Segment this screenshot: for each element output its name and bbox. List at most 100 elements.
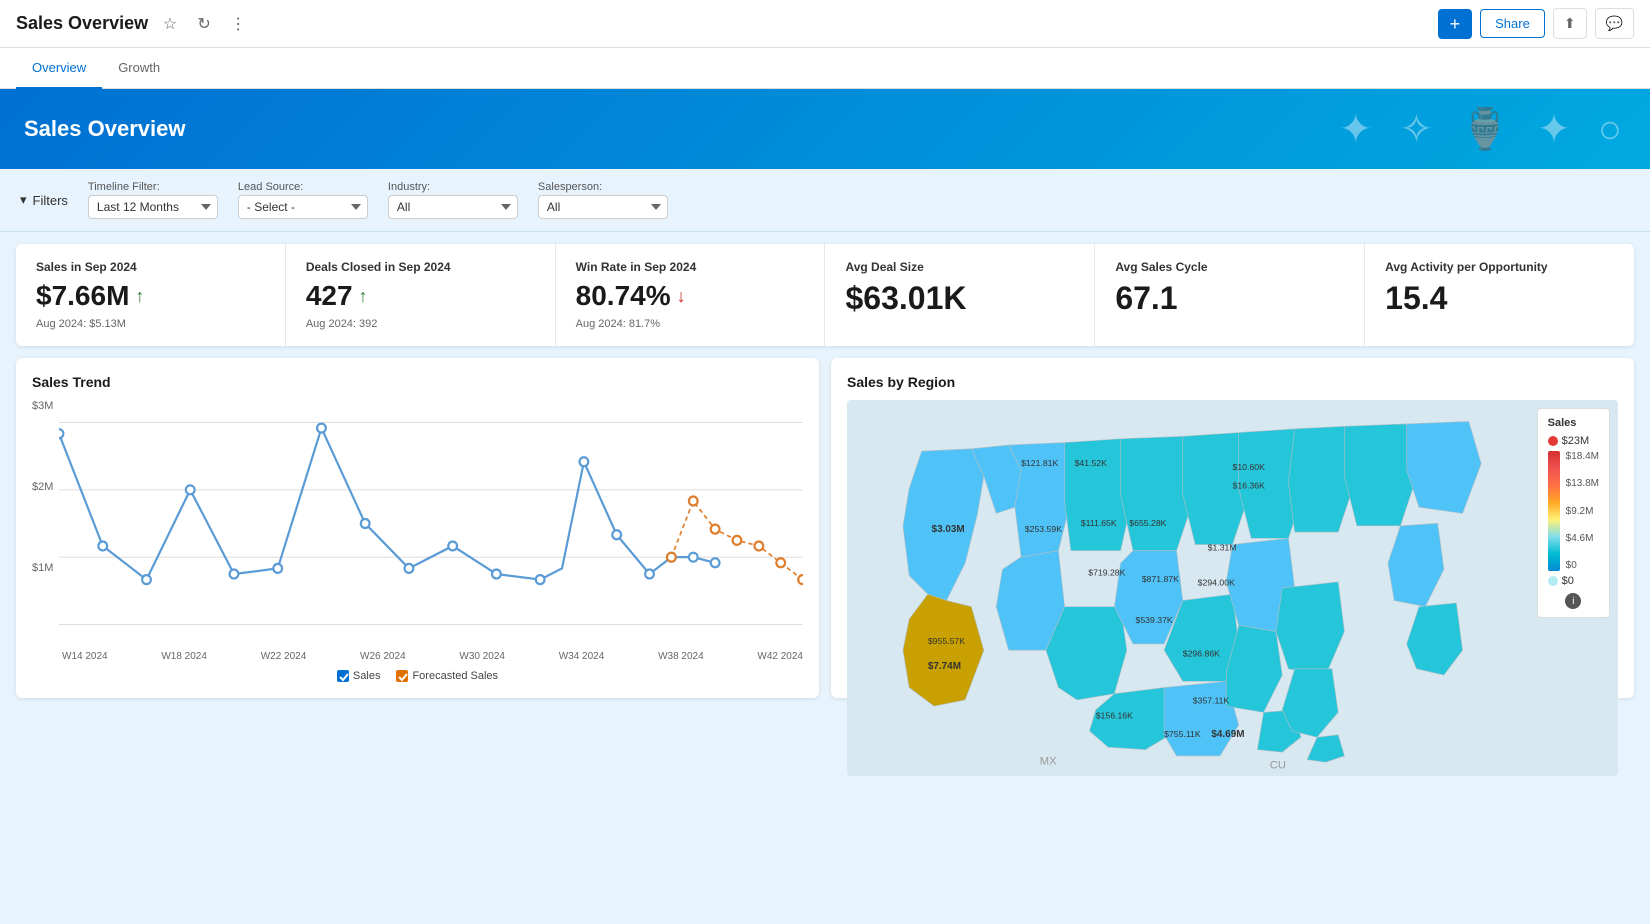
us-map-svg: $3.03M $121.81K $41.52K $253.59K $111.65… bbox=[847, 400, 1618, 776]
sales-dot bbox=[492, 570, 501, 579]
region-label: $10.60K bbox=[1233, 462, 1266, 472]
kpi-activity-label: Avg Activity per Opportunity bbox=[1385, 260, 1614, 274]
map-legend-labels: $18.4M $13.8M $9.2M $4.6M $0 bbox=[1566, 451, 1599, 571]
industry-filter-select[interactable]: All Technology Finance Healthcare Retail bbox=[388, 195, 518, 219]
sales-dot bbox=[317, 424, 326, 433]
map-legend-max: $23M bbox=[1548, 435, 1599, 447]
banner-decorations: ✦ ✧ 🏺 ✦ ○ bbox=[1339, 106, 1630, 153]
legend-forecast-checkbox bbox=[396, 670, 408, 682]
region-label-mx: MX bbox=[1040, 756, 1057, 768]
refresh-icon[interactable]: ↻ bbox=[190, 10, 218, 38]
region-label: $755.11K bbox=[1164, 729, 1201, 739]
region-label: $156.16K bbox=[1096, 711, 1133, 721]
region-label-cu: CU bbox=[1270, 759, 1286, 771]
salesperson-filter-select[interactable]: All John Smith Jane Doe Bob Johnson bbox=[538, 195, 668, 219]
top-bar-right: + Share ⬆ 💬 bbox=[1438, 8, 1634, 39]
tab-growth[interactable]: Growth bbox=[102, 48, 176, 89]
map-legend-min-label: $0 bbox=[1562, 575, 1574, 587]
salesperson-filter-group: Salesperson: All John Smith Jane Doe Bob… bbox=[538, 181, 668, 219]
kpi-winrate: Win Rate in Sep 2024 80.74% ↓ Aug 2024: … bbox=[556, 244, 826, 346]
region-label: $111.65K bbox=[1081, 518, 1117, 528]
top-bar-left: Sales Overview ☆ ↻ ⋮ bbox=[16, 10, 252, 38]
legend-forecast: Forecasted Sales bbox=[396, 670, 498, 682]
kpi-winrate-prev: Aug 2024: 81.7% bbox=[576, 318, 805, 330]
state-ne-ma bbox=[1407, 421, 1482, 513]
kpi-winrate-label: Win Rate in Sep 2024 bbox=[576, 260, 805, 274]
favorite-icon[interactable]: ☆ bbox=[156, 10, 184, 38]
legend-label-0: $0 bbox=[1566, 560, 1599, 571]
timeline-filter-group: Timeline Filter: Last 12 Months Last 6 M… bbox=[88, 181, 218, 219]
state-ky-wv bbox=[1276, 582, 1344, 675]
region-label: $539.37K bbox=[1136, 615, 1173, 625]
x-label-w30: W30 2024 bbox=[459, 651, 505, 662]
sales-dot bbox=[99, 541, 108, 550]
chevron-down-icon: ▾ bbox=[20, 192, 27, 208]
sales-trend-title: Sales Trend bbox=[32, 374, 803, 390]
more-options-icon[interactable]: ⋮ bbox=[224, 10, 252, 38]
kpi-row: Sales in Sep 2024 $7.66M ↑ Aug 2024: $5.… bbox=[16, 244, 1634, 346]
forecast-dot bbox=[733, 536, 742, 545]
filters-label: Filters bbox=[33, 193, 68, 208]
region-label: $3.03M bbox=[932, 524, 965, 535]
state-al-ga bbox=[1282, 669, 1338, 737]
main-content: Sales Overview ✦ ✧ 🏺 ✦ ○ ▾ Filters Timel… bbox=[0, 89, 1650, 924]
sales-dot bbox=[143, 575, 152, 584]
y-label-2m: $2M bbox=[32, 481, 53, 493]
region-label: $719.28K bbox=[1088, 568, 1125, 578]
legend-sales-label: Sales bbox=[353, 670, 381, 682]
industry-filter-label: Industry: bbox=[388, 181, 518, 193]
kpi-deals-trend-icon: ↑ bbox=[359, 286, 368, 307]
y-label-1m: $1M bbox=[32, 562, 53, 574]
region-label: $16.36K bbox=[1233, 481, 1266, 491]
state-sc bbox=[1407, 603, 1463, 675]
x-label-w38: W38 2024 bbox=[658, 651, 704, 662]
map-legend: Sales $23M $18.4M $13.8M $9.2M $4.6M $0 bbox=[1537, 408, 1610, 618]
filters-toggle[interactable]: ▾ Filters bbox=[20, 192, 68, 208]
kpi-winrate-value: 80.74% ↓ bbox=[576, 280, 805, 312]
kpi-activity-value: 15.4 bbox=[1385, 280, 1614, 317]
lead-source-filter-select[interactable]: - Select - Web Phone Email Referral bbox=[238, 195, 368, 219]
kpi-sales-value: $7.66M ↑ bbox=[36, 280, 265, 312]
state-va-nc bbox=[1388, 523, 1444, 606]
us-map-container: $3.03M $121.81K $41.52K $253.59K $111.65… bbox=[847, 400, 1618, 776]
kpi-activity: Avg Activity per Opportunity 15.4 bbox=[1365, 244, 1634, 346]
forecast-dot bbox=[667, 553, 676, 562]
x-label-w22: W22 2024 bbox=[261, 651, 307, 662]
info-icon[interactable]: i bbox=[1565, 593, 1581, 609]
kpi-winrate-trend-icon: ↓ bbox=[677, 286, 686, 307]
chat-button[interactable]: 💬 bbox=[1595, 8, 1634, 39]
legend-forecast-label: Forecasted Sales bbox=[412, 670, 498, 682]
kpi-sales-label: Sales in Sep 2024 bbox=[36, 260, 265, 274]
sales-region-title: Sales by Region bbox=[847, 374, 1618, 390]
share-button[interactable]: Share bbox=[1480, 9, 1545, 38]
kpi-sales-trend-icon: ↑ bbox=[135, 286, 144, 307]
tabs-bar: Overview Growth bbox=[0, 48, 1650, 89]
legend-label-92m: $9.2M bbox=[1566, 506, 1599, 517]
legend-max-dot bbox=[1548, 436, 1558, 446]
region-label: $41.52K bbox=[1075, 458, 1108, 468]
sales-dot bbox=[59, 429, 63, 438]
sales-dot bbox=[613, 530, 622, 539]
timeline-filter-label: Timeline Filter: bbox=[88, 181, 218, 193]
tab-overview[interactable]: Overview bbox=[16, 48, 102, 89]
kpi-salescycle-value: 67.1 bbox=[1115, 280, 1344, 317]
x-axis: W14 2024 W18 2024 W22 2024 W26 2024 W30 … bbox=[32, 651, 803, 662]
sales-dot bbox=[536, 575, 545, 584]
map-legend-gradient bbox=[1548, 451, 1560, 571]
forecast-dot bbox=[799, 575, 803, 584]
forecast-dot bbox=[711, 525, 720, 534]
timeline-filter-select[interactable]: Last 12 Months Last 6 Months Last 3 Mont… bbox=[88, 195, 218, 219]
legend-sales-checkbox bbox=[337, 670, 349, 682]
region-label: $296.86K bbox=[1183, 648, 1220, 658]
sales-dot bbox=[580, 457, 589, 466]
map-legend-max-label: $23M bbox=[1562, 435, 1590, 447]
salesperson-filter-label: Salesperson: bbox=[538, 181, 668, 193]
kpi-deals: Deals Closed in Sep 2024 427 ↑ Aug 2024:… bbox=[286, 244, 556, 346]
region-label: $253.59K bbox=[1025, 524, 1062, 534]
map-legend-bar: $18.4M $13.8M $9.2M $4.6M $0 bbox=[1548, 451, 1599, 571]
add-button[interactable]: + bbox=[1438, 9, 1473, 39]
upload-button[interactable]: ⬆ bbox=[1553, 8, 1587, 39]
page-title: Sales Overview bbox=[16, 13, 148, 34]
sales-region-card: Sales by Region bbox=[831, 358, 1634, 698]
banner: Sales Overview ✦ ✧ 🏺 ✦ ○ bbox=[0, 89, 1650, 169]
